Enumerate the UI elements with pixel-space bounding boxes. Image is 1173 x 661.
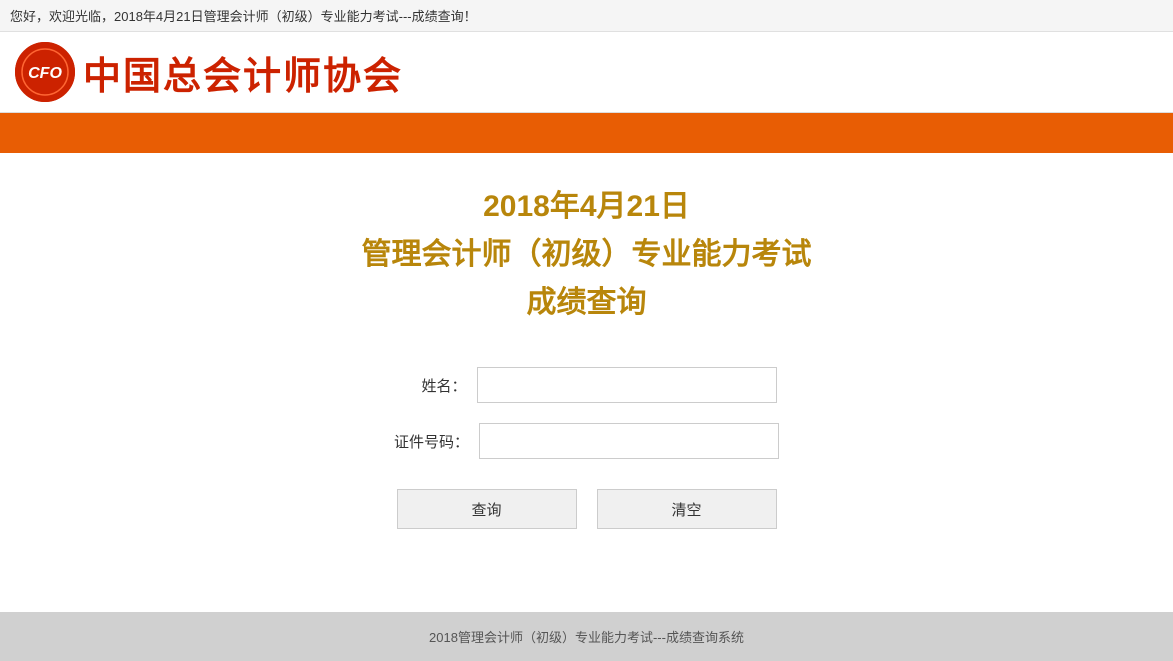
cfo-logo-icon: CFO [15,42,75,102]
name-label: 姓名： [397,375,467,396]
orange-divider-bar [0,113,1173,153]
footer-text: 2018管理会计师（初级）专业能力考试---成绩查询系统 [429,630,744,645]
name-row: 姓名： [237,367,937,403]
name-input[interactable] [477,367,777,403]
clear-button[interactable]: 清空 [597,489,777,529]
id-input[interactable] [479,423,779,459]
notice-text: 您好，欢迎光临，2018年4月21日管理会计师（初级）专业能力考试---成绩查询… [10,9,477,24]
id-row: 证件号码： [237,423,937,459]
page-title: 2018年4月21日 管理会计师（初级）专业能力考试 成绩查询 [362,183,812,327]
form-area: 姓名： 证件号码： 查询 清空 [237,367,937,529]
org-name: 中国总会计师协会 [83,45,403,100]
title-line3: 成绩查询 [527,286,647,319]
logo-container: CFO 中国总会计师协会 [15,42,403,102]
svg-text:CFO: CFO [28,65,62,82]
query-button[interactable]: 查询 [397,489,577,529]
content-wrapper: 您好，欢迎光临，2018年4月21日管理会计师（初级）专业能力考试---成绩查询… [0,0,1173,661]
id-label: 证件号码： [394,431,469,452]
main-content: 2018年4月21日 管理会计师（初级）专业能力考试 成绩查询 姓名： 证件号码… [0,153,1173,569]
button-row: 查询 清空 [397,489,777,529]
title-line1: 2018年4月21日 [483,190,690,223]
header: CFO 中国总会计师协会 [0,32,1173,113]
footer: 2018管理会计师（初级）专业能力考试---成绩查询系统 [0,612,1173,661]
title-line2: 管理会计师（初级）专业能力考试 [362,238,812,271]
page-wrapper: 您好，欢迎光临，2018年4月21日管理会计师（初级）专业能力考试---成绩查询… [0,0,1173,661]
top-notice-bar: 您好，欢迎光临，2018年4月21日管理会计师（初级）专业能力考试---成绩查询… [0,0,1173,32]
